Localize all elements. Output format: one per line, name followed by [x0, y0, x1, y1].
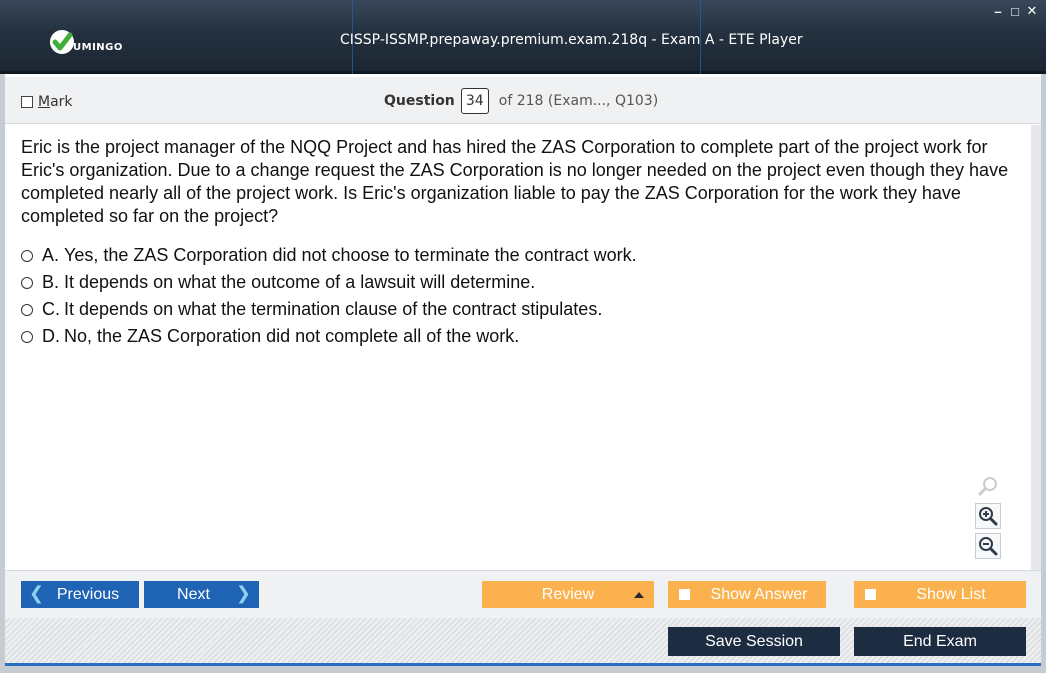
answer-option-d[interactable]: D. No, the ZAS Corporation did not compl…	[21, 323, 637, 350]
zoom-in-icon[interactable]	[975, 503, 1001, 529]
scrollbar[interactable]	[1031, 125, 1041, 570]
navigation-toolbar: ❮ Previous Next ❯ Review Show Answer Sho…	[5, 570, 1041, 618]
zoom-tools	[975, 473, 1001, 559]
question-label: Question	[384, 93, 455, 109]
mark-label: Mark	[38, 94, 73, 110]
question-area: Eric is the project manager of the NQQ P…	[5, 125, 1041, 570]
minimize-icon[interactable]: –	[992, 4, 1004, 19]
mark-checkbox[interactable]: Mark	[21, 94, 73, 110]
answer-letter: D.	[42, 326, 60, 346]
show-answer-button[interactable]: Show Answer	[668, 581, 826, 608]
answer-text: It depends on what the termination claus…	[64, 299, 603, 319]
previous-label: Previous	[56, 585, 120, 603]
zoom-out-icon[interactable]	[975, 533, 1001, 559]
radio-button[interactable]	[21, 249, 33, 262]
logo-text: UMINGO	[73, 42, 123, 53]
end-exam-button[interactable]: End Exam	[854, 627, 1026, 656]
answer-option-a[interactable]: A. Yes, the ZAS Corporation did not choo…	[21, 242, 637, 269]
maximize-icon[interactable]: □	[1009, 4, 1021, 19]
answer-text: No, the ZAS Corporation did not complete…	[64, 326, 520, 346]
app-logo: UMINGO	[48, 24, 123, 56]
chevron-left-icon: ❮	[29, 583, 45, 604]
caret-up-icon	[634, 592, 644, 598]
radio-button[interactable]	[21, 330, 33, 343]
save-session-button[interactable]: Save Session	[668, 627, 840, 656]
previous-button[interactable]: ❮ Previous	[21, 581, 139, 608]
review-button[interactable]: Review	[482, 581, 654, 608]
answer-text: Yes, the ZAS Corporation did not choose …	[64, 245, 637, 265]
title-bar: UMINGO CISSP-ISSMP.prepaway.premium.exam…	[0, 0, 1046, 74]
show-list-button[interactable]: Show List	[854, 581, 1026, 608]
checkbox-icon[interactable]	[679, 589, 690, 600]
radio-button[interactable]	[21, 303, 33, 316]
review-label: Review	[541, 585, 595, 603]
next-label: Next	[177, 585, 210, 603]
checkbox-icon[interactable]	[21, 96, 33, 108]
window-title: CISSP-ISSMP.prepaway.premium.exam.218q -…	[340, 32, 803, 48]
show-answer-label: Show Answer	[710, 585, 808, 603]
question-number-input[interactable]: 34	[460, 88, 489, 114]
answer-letter: A.	[42, 245, 60, 265]
close-icon[interactable]: ✕	[1026, 3, 1038, 18]
radio-button[interactable]	[21, 276, 33, 289]
answer-option-c[interactable]: C. It depends on what the termination cl…	[21, 296, 637, 323]
answer-option-b[interactable]: B. It depends on what the outcome of a l…	[21, 269, 637, 296]
accent-line	[5, 663, 1041, 666]
question-header: Mark Question 34 of 218 (Exam..., Q103)	[5, 77, 1041, 124]
answer-letter: C.	[42, 299, 60, 319]
question-text: Eric is the project manager of the NQQ P…	[21, 137, 1009, 226]
show-list-label: Show List	[916, 585, 986, 603]
session-bar: Save Session End Exam	[5, 618, 1041, 663]
window-controls: – □ ✕	[992, 3, 1038, 19]
vumingo-check-logo-icon	[48, 28, 76, 56]
answer-text: It depends on what the outcome of a laws…	[64, 272, 536, 292]
answer-list: A. Yes, the ZAS Corporation did not choo…	[21, 242, 637, 350]
chevron-right-icon: ❯	[235, 583, 251, 604]
question-navigator: Question 34 of 218 (Exam..., Q103)	[384, 88, 658, 114]
search-icon[interactable]	[975, 473, 1001, 499]
answer-letter: B.	[42, 272, 60, 292]
checkbox-icon[interactable]	[865, 589, 876, 600]
next-button[interactable]: Next ❯	[144, 581, 259, 608]
question-count: of 218 (Exam..., Q103)	[498, 93, 659, 109]
